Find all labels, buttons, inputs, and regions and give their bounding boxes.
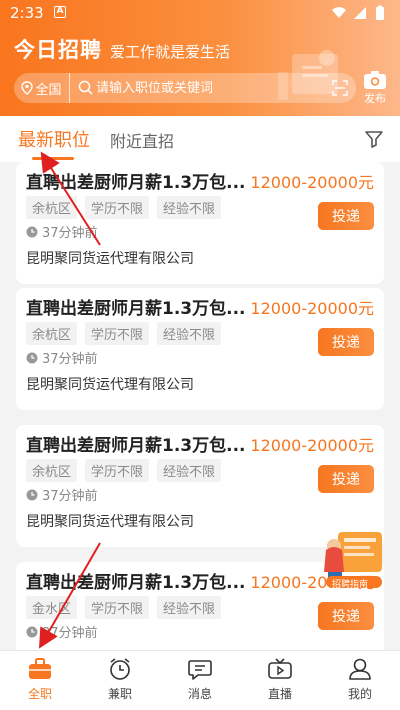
job-tags: 余杭区 学历不限 经验不限 [26,196,222,219]
tag-education: 学历不限 [85,459,150,482]
posted-time-text: 37分钟前 [42,489,98,504]
apply-button[interactable]: 投递 [318,328,374,356]
apply-button[interactable]: 投递 [318,202,374,230]
nav-label: 我的 [347,687,372,701]
nav-full-time[interactable]: 全职 [0,651,80,710]
nav-label: 直播 [267,687,292,701]
tag-experience: 经验不限 [157,322,222,345]
job-salary: 12000-20000元 [250,436,374,455]
company-name: 昆明聚同货运代理有限公司 [26,377,194,393]
job-title: 直聘出差厨师月薪1.3万包... [26,436,246,456]
tag-education: 学历不限 [85,596,150,619]
publish-button[interactable]: 发布 [360,70,390,110]
tag-district: 余杭区 [26,196,78,219]
camera-icon [364,71,386,89]
status-icons [330,5,388,25]
city-label: 全国 [35,82,62,98]
job-tags: 余杭区 学历不限 经验不限 [26,322,222,345]
job-salary: 12000-20000元 [250,173,374,192]
tag-district: 金水区 [26,596,78,619]
publish-label: 发布 [364,92,386,105]
posted-time-text: 37分钟前 [42,352,98,367]
nav-profile[interactable]: 我的 [320,651,400,710]
posted-time-text: 37分钟前 [42,626,98,641]
nav-label: 消息 [187,687,212,701]
tv-icon [268,658,292,679]
job-tags: 金水区 学历不限 经验不限 [26,596,222,619]
app-slogan: 爱工作就是爱生活 [110,43,231,61]
status-time: 2:33 [10,4,44,22]
tag-district: 余杭区 [26,459,78,482]
search-bar[interactable]: 全国 [14,73,356,103]
scan-icon[interactable] [332,80,348,100]
tag-education: 学历不限 [85,196,150,219]
job-title: 直聘出差厨师月薪1.3万包... [26,173,246,193]
job-card[interactable]: 直聘出差厨师月薪1.3万包... 12000-20000元 余杭区 学历不限 经… [16,288,384,410]
posted-time: 37分钟前 [26,348,98,367]
bottom-nav: 全职 兼职 消息 直播 我的 [0,650,400,710]
apply-button[interactable]: 投递 [318,602,374,630]
tab-latest-jobs[interactable]: 最新职位 [18,126,90,160]
job-title: 直聘出差厨师月薪1.3万包... [26,299,246,319]
filter-icon[interactable] [364,129,384,153]
tag-experience: 经验不限 [157,459,222,482]
search-icon [78,80,93,99]
job-tags: 余杭区 学历不限 经验不限 [26,459,222,482]
ad-label: 招聘指南 [332,580,369,590]
company-name: 昆明聚同货运代理有限公司 [26,514,194,530]
tag-experience: 经验不限 [157,596,222,619]
apply-button[interactable]: 投递 [318,465,374,493]
posted-time: 37分钟前 [26,222,98,241]
header: 2:33 A 今日招聘 爱工作就是爱生活 全国 请输入职位或关键词 发布 [0,0,400,116]
clock-icon [110,658,130,680]
app-name: 今日招聘 [14,38,102,62]
nav-label: 兼职 [107,687,132,701]
clock-icon [26,226,38,237]
posted-time: 37分钟前 [26,622,98,641]
job-title: 直聘出差厨师月薪1.3万包... [26,573,246,593]
nav-label: 全职 [27,687,52,701]
tag-district: 余杭区 [26,322,78,345]
brand: 今日招聘 爱工作就是爱生活 [14,34,230,64]
posted-time-text: 37分钟前 [42,226,98,241]
job-card[interactable]: 直聘出差厨师月薪1.3万包... 12000-20000元 余杭区 学历不限 经… [16,162,384,284]
job-salary: 12000-20000元 [250,299,374,318]
nav-live[interactable]: 直播 [240,651,320,710]
message-icon [188,660,212,680]
search-input[interactable] [96,73,326,103]
recruitment-guide-ad[interactable]: 招聘指南 [322,528,386,590]
user-icon [349,658,371,680]
nav-part-time[interactable]: 兼职 [80,651,160,710]
location-icon [21,81,34,95]
city-selector[interactable]: 全国 [14,73,70,103]
tag-education: 学历不限 [85,322,150,345]
tab-nearby-direct[interactable]: 附近直招 [110,128,174,152]
status-bar: 2:33 A [0,0,400,26]
tag-experience: 经验不限 [157,196,222,219]
clock-icon [26,352,38,363]
clock-icon [26,489,38,500]
job-tabs: 最新职位 附近直招 [0,116,400,162]
nav-messages[interactable]: 消息 [160,651,240,710]
posted-time: 37分钟前 [26,485,98,504]
briefcase-icon [29,658,51,679]
notification-icon: A [54,6,66,18]
clock-icon [26,626,38,637]
company-name: 昆明聚同货运代理有限公司 [26,251,194,267]
